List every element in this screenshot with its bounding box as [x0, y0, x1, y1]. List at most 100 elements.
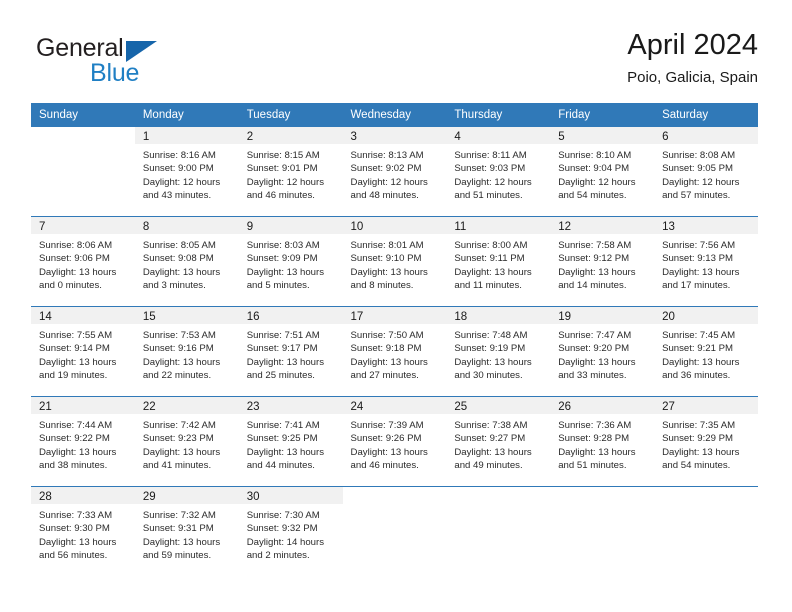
daylight-text-line2: and 46 minutes.	[246, 190, 315, 202]
calendar-day-cell[interactable]: 28 Sunrise: 7:33 AM Sunset: 9:30 PM Dayl…	[31, 486, 135, 576]
daylight-text-line1: Daylight: 12 hours	[558, 176, 636, 188]
calendar-day-cell[interactable]: 12 Sunrise: 7:58 AM Sunset: 9:12 PM Dayl…	[550, 216, 655, 307]
location-subtitle: Poio, Galicia, Spain	[627, 69, 758, 86]
daylight-text-line2: and 51 minutes.	[558, 460, 627, 472]
day-details	[550, 504, 654, 509]
sunset-text: Sunset: 9:16 PM	[142, 343, 214, 355]
sunrise-text: Sunrise: 7:44 AM	[39, 420, 113, 431]
sunset-text: Sunset: 9:05 PM	[662, 163, 733, 175]
calendar-day-cell[interactable]: 4 Sunrise: 8:11 AM Sunset: 9:03 PM Dayli…	[446, 127, 551, 217]
sunrise-text: Sunrise: 7:53 AM	[142, 330, 216, 341]
calendar-day-cell[interactable]: 19 Sunrise: 7:47 AM Sunset: 9:20 PM Dayl…	[550, 306, 655, 397]
day-details: Sunrise: 8:05 AM Sunset: 9:08 PM Dayligh…	[135, 234, 239, 293]
sunrise-text: Sunrise: 8:00 AM	[454, 240, 528, 251]
sunset-text: Sunset: 9:11 PM	[454, 253, 525, 265]
sunset-text: Sunset: 9:29 PM	[662, 433, 733, 445]
day-details: Sunrise: 8:11 AM Sunset: 9:03 PM Dayligh…	[446, 144, 550, 203]
calendar-day-cell[interactable]: 15 Sunrise: 7:53 AM Sunset: 9:16 PM Dayl…	[134, 306, 239, 397]
daylight-text-line2: and 54 minutes.	[558, 190, 627, 202]
weekday-header-tuesday: Tuesday	[238, 103, 343, 127]
calendar-day-cell[interactable]: 30 Sunrise: 7:30 AM Sunset: 9:32 PM Dayl…	[238, 486, 343, 576]
calendar-day-cell[interactable]: 20 Sunrise: 7:45 AM Sunset: 9:21 PM Dayl…	[654, 306, 758, 397]
day-number: 12	[550, 217, 655, 234]
day-details: Sunrise: 7:35 AM Sunset: 9:29 PM Dayligh…	[654, 414, 758, 473]
calendar-day-cell[interactable]: 16 Sunrise: 7:51 AM Sunset: 9:17 PM Dayl…	[238, 306, 343, 397]
sunrise-text: Sunrise: 8:15 AM	[246, 150, 320, 161]
calendar-day-cell[interactable]: 9 Sunrise: 8:03 AM Sunset: 9:09 PM Dayli…	[238, 216, 343, 307]
sunset-text: Sunset: 9:21 PM	[662, 343, 733, 355]
daylight-text-line1: Daylight: 13 hours	[39, 266, 117, 278]
day-number: 2	[238, 127, 343, 144]
calendar-day-cell[interactable]: 5 Sunrise: 8:10 AM Sunset: 9:04 PM Dayli…	[550, 127, 655, 217]
day-details: Sunrise: 7:38 AM Sunset: 9:27 PM Dayligh…	[446, 414, 550, 473]
day-number	[343, 487, 447, 504]
daylight-text-line2: and 2 minutes.	[246, 550, 310, 562]
weekday-header-monday: Monday	[134, 103, 239, 127]
sunrise-text: Sunrise: 8:01 AM	[350, 240, 424, 251]
calendar-day-cell[interactable]: 14 Sunrise: 7:55 AM Sunset: 9:14 PM Dayl…	[31, 306, 135, 397]
calendar-day-cell[interactable]: 10 Sunrise: 8:01 AM Sunset: 9:10 PM Dayl…	[342, 216, 447, 307]
calendar-day-cell[interactable]: 21 Sunrise: 7:44 AM Sunset: 9:22 PM Dayl…	[31, 396, 135, 487]
sunrise-text: Sunrise: 7:38 AM	[454, 420, 528, 431]
calendar-day-cell[interactable]: 18 Sunrise: 7:48 AM Sunset: 9:19 PM Dayl…	[446, 306, 551, 397]
calendar-day-cell[interactable]: 27 Sunrise: 7:35 AM Sunset: 9:29 PM Dayl…	[654, 396, 758, 487]
sunrise-text: Sunrise: 8:03 AM	[246, 240, 320, 251]
calendar-day-cell[interactable]: 7 Sunrise: 8:06 AM Sunset: 9:06 PM Dayli…	[31, 216, 135, 307]
title-block: April 2024 Poio, Galicia, Spain	[627, 28, 758, 88]
day-details: Sunrise: 7:33 AM Sunset: 9:30 PM Dayligh…	[31, 504, 135, 563]
calendar-table: Sunday Monday Tuesday Wednesday Thursday…	[31, 103, 758, 576]
calendar-body: 1 Sunrise: 8:16 AM Sunset: 9:00 PM Dayli…	[31, 127, 758, 576]
day-details: Sunrise: 7:32 AM Sunset: 9:31 PM Dayligh…	[135, 504, 239, 563]
calendar-day-cell[interactable]: 22 Sunrise: 7:42 AM Sunset: 9:23 PM Dayl…	[134, 396, 239, 487]
calendar-day-cell[interactable]	[550, 486, 655, 576]
calendar-day-cell[interactable]: 23 Sunrise: 7:41 AM Sunset: 9:25 PM Dayl…	[238, 396, 343, 487]
calendar-day-cell[interactable]: 3 Sunrise: 8:13 AM Sunset: 9:02 PM Dayli…	[342, 127, 447, 217]
sunrise-text: Sunrise: 7:35 AM	[662, 420, 736, 431]
daylight-text-line1: Daylight: 12 hours	[246, 176, 325, 188]
daylight-text-line1: Daylight: 13 hours	[142, 446, 221, 458]
calendar-day-cell[interactable]: 24 Sunrise: 7:39 AM Sunset: 9:26 PM Dayl…	[342, 396, 447, 487]
day-details: Sunrise: 7:50 AM Sunset: 9:18 PM Dayligh…	[343, 324, 447, 383]
weekday-header-saturday: Saturday	[654, 103, 758, 127]
day-number: 20	[654, 307, 758, 324]
calendar-day-cell[interactable]	[654, 486, 758, 576]
daylight-text-line1: Daylight: 13 hours	[558, 446, 636, 458]
daylight-text-line1: Daylight: 13 hours	[246, 446, 325, 458]
day-number: 16	[238, 307, 343, 324]
daylight-text-line2: and 19 minutes.	[39, 370, 108, 382]
day-number	[446, 487, 550, 504]
day-number: 25	[446, 397, 551, 414]
page-title: April 2024	[627, 29, 758, 61]
calendar-day-cell[interactable]	[446, 486, 551, 576]
calendar-day-cell[interactable]: 25 Sunrise: 7:38 AM Sunset: 9:27 PM Dayl…	[446, 396, 551, 487]
logo-text-blue: Blue	[90, 59, 140, 87]
day-number: 5	[550, 127, 655, 144]
calendar-day-cell[interactable]: 6 Sunrise: 8:08 AM Sunset: 9:05 PM Dayli…	[654, 127, 758, 217]
daylight-text-line1: Daylight: 12 hours	[662, 176, 740, 188]
day-details: Sunrise: 8:13 AM Sunset: 9:02 PM Dayligh…	[343, 144, 447, 203]
daylight-text-line2: and 48 minutes.	[350, 190, 419, 202]
day-details: Sunrise: 8:00 AM Sunset: 9:11 PM Dayligh…	[446, 234, 550, 293]
calendar-day-cell[interactable]: 13 Sunrise: 7:56 AM Sunset: 9:13 PM Dayl…	[654, 216, 758, 307]
daylight-text-line2: and 25 minutes.	[246, 370, 315, 382]
daylight-text-line2: and 0 minutes.	[39, 280, 102, 292]
sunset-text: Sunset: 9:12 PM	[558, 253, 630, 265]
day-number: 14	[31, 307, 135, 324]
calendar-day-cell[interactable]: 1 Sunrise: 8:16 AM Sunset: 9:00 PM Dayli…	[134, 127, 239, 217]
day-number: 30	[238, 487, 343, 504]
calendar-day-cell[interactable]: 29 Sunrise: 7:32 AM Sunset: 9:31 PM Dayl…	[134, 486, 239, 576]
daylight-text-line2: and 59 minutes.	[142, 550, 212, 562]
daylight-text-line2: and 57 minutes.	[662, 190, 731, 202]
daylight-text-line1: Daylight: 13 hours	[350, 446, 428, 458]
daylight-text-line1: Daylight: 13 hours	[142, 266, 221, 278]
calendar-day-cell[interactable]: 26 Sunrise: 7:36 AM Sunset: 9:28 PM Dayl…	[550, 396, 655, 487]
calendar-day-cell[interactable]: 8 Sunrise: 8:05 AM Sunset: 9:08 PM Dayli…	[134, 216, 239, 307]
calendar-day-cell[interactable]: 2 Sunrise: 8:15 AM Sunset: 9:01 PM Dayli…	[238, 127, 343, 217]
daylight-text-line1: Daylight: 12 hours	[350, 176, 428, 188]
calendar-day-cell[interactable]	[342, 486, 447, 576]
calendar-day-cell[interactable]: 17 Sunrise: 7:50 AM Sunset: 9:18 PM Dayl…	[342, 306, 447, 397]
sunset-text: Sunset: 9:03 PM	[454, 163, 526, 175]
calendar-day-cell[interactable]	[31, 127, 135, 217]
day-number: 13	[654, 217, 758, 234]
calendar-day-cell[interactable]: 11 Sunrise: 8:00 AM Sunset: 9:11 PM Dayl…	[446, 216, 551, 307]
